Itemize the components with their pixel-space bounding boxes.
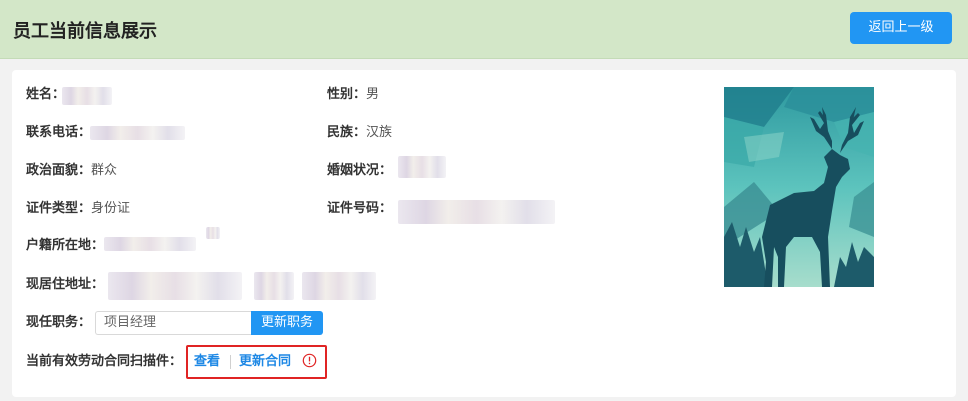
duty-input[interactable]: 项目经理: [95, 311, 252, 335]
marital-value-redacted: [398, 156, 446, 178]
hukou-field: 户籍所在地：: [26, 237, 104, 255]
ethnicity-value: 汉族: [366, 125, 393, 140]
hukou-label: 户籍所在地：: [26, 238, 105, 253]
political-value: 群众: [91, 163, 118, 178]
ethnicity-field: 民族：汉族: [327, 124, 392, 142]
hukou-value-redacted-fragment: [206, 227, 220, 239]
marital-label: 婚姻状况：: [327, 163, 393, 178]
address-field: 现居住地址：: [26, 276, 104, 294]
duty-label: 现任职务：: [26, 315, 92, 330]
gender-field: 性别：男: [327, 86, 379, 104]
hukou-value-redacted: [104, 237, 196, 251]
id-type-field: 证件类型：身份证: [26, 200, 130, 218]
address-value-redacted-1: [108, 272, 242, 300]
update-contract-link[interactable]: 更新合同: [239, 353, 291, 371]
phone-label: 联系电话：: [26, 125, 92, 140]
update-duty-button[interactable]: 更新职务: [251, 311, 323, 335]
back-button[interactable]: 返回上一级: [850, 12, 952, 44]
political-field: 政治面貌：群众: [26, 162, 117, 180]
id-type-value: 身份证: [91, 201, 131, 216]
contract-label: 当前有效劳动合同扫描件：: [26, 354, 183, 369]
political-label: 政治面貌：: [26, 163, 92, 178]
duty-field: 现任职务：: [26, 314, 91, 332]
marital-field: 婚姻状况：: [327, 162, 392, 180]
id-number-field: 证件号码：: [327, 200, 392, 218]
name-value-redacted: [62, 87, 112, 105]
contract-field: 当前有效劳动合同扫描件：: [26, 353, 182, 371]
gender-value: 男: [366, 87, 380, 102]
address-label: 现居住地址：: [26, 277, 105, 292]
id-number-label: 证件号码：: [327, 201, 393, 216]
id-type-label: 证件类型：: [26, 201, 92, 216]
address-value-redacted-3: [302, 272, 376, 300]
id-number-value-redacted: [398, 200, 555, 224]
address-value-redacted-2: [254, 272, 294, 300]
name-field: 姓名：: [26, 86, 65, 104]
exclamation-circle-icon[interactable]: [302, 353, 317, 368]
name-label: 姓名：: [26, 87, 66, 102]
ethnicity-label: 民族：: [327, 125, 367, 140]
gender-label: 性别：: [327, 87, 367, 102]
phone-value-redacted: [90, 126, 185, 140]
page-title: 员工当前信息展示: [13, 21, 157, 42]
employee-photo: [724, 87, 874, 287]
link-separator: [230, 355, 231, 369]
phone-field: 联系电话：: [26, 124, 91, 142]
page-header: 员工当前信息展示 返回上一级: [0, 0, 968, 59]
view-contract-link[interactable]: 查看: [194, 353, 220, 371]
